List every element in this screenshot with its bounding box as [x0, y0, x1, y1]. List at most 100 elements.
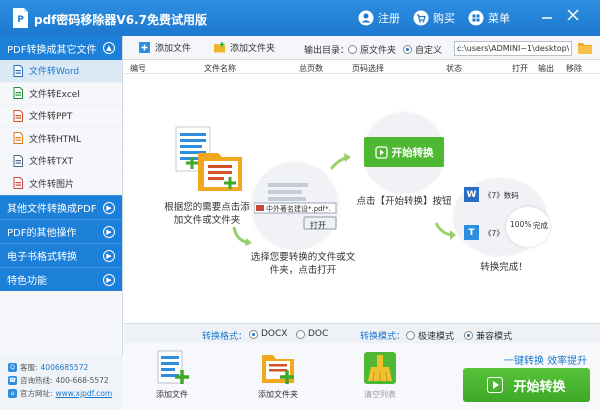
- radio-format-docx[interactable]: DOCX: [249, 329, 287, 339]
- user-icon: [358, 10, 374, 26]
- close-icon[interactable]: [566, 8, 580, 22]
- col-open: 打开: [512, 64, 528, 73]
- menu-grid-icon: [468, 10, 484, 26]
- bottom-add-folder-button[interactable]: 添加文件夹: [248, 350, 308, 400]
- radio-dot-custom: [403, 45, 412, 54]
- sidebar-item-excel[interactable]: 文件转Excel: [0, 83, 122, 105]
- site-row: ⌂ 官方网址: www.xjpdf.com: [8, 387, 123, 400]
- browse-folder-icon[interactable]: [577, 41, 593, 55]
- hotline-value: 400-668-5572: [55, 376, 109, 385]
- add-file-icon: [139, 42, 150, 53]
- chevron-right-icon: ▶: [103, 225, 115, 238]
- sidebar-sub-items: 文件转Word 文件转Excel 文件转PPT 文件转HTML 文件转TXT 文件转图片: [0, 60, 122, 195]
- step1-text: 根据您的需要点击添加文件或文件夹: [164, 202, 250, 226]
- minimize-icon[interactable]: [540, 8, 554, 22]
- add-file-big-icon: [157, 350, 189, 384]
- sidebar-item-html[interactable]: 文件转HTML: [0, 128, 122, 150]
- txt-file-icon: [13, 154, 23, 167]
- output-path-input[interactable]: [454, 41, 572, 56]
- slogan-text: 一键转换 效率提升: [504, 356, 588, 367]
- app-title: pdf密码移除器V6.7免费试用版: [34, 13, 207, 27]
- sidebar-footer: Q 客服: 4006685572 ☎ 咨询热线: 400-668-5572 ⌂ …: [0, 355, 123, 410]
- home-icon: ⌂: [8, 389, 17, 398]
- chevron-right-icon: ▶: [103, 249, 115, 262]
- word-file-icon: [13, 64, 23, 77]
- radio-dot-doc: [296, 329, 305, 339]
- add-folder-big-icon: [262, 355, 294, 384]
- progress-badge: 100% 完成: [506, 207, 550, 247]
- sidebar-item-txt[interactable]: 文件转TXT: [0, 150, 122, 173]
- excel-file-icon: [13, 87, 23, 100]
- chevron-right-icon: ▶: [103, 273, 115, 286]
- add-folder-button[interactable]: 添加文件夹: [213, 41, 275, 54]
- register-button[interactable]: 注册: [358, 9, 400, 27]
- result2-name: 《7》: [484, 229, 504, 238]
- qq-row: Q 客服: 4006685572: [8, 361, 123, 374]
- col-index: 编号: [130, 64, 146, 73]
- radio-dot-fast: [406, 331, 415, 340]
- chevron-right-icon: ▶: [103, 201, 115, 214]
- cart-icon: [413, 10, 429, 26]
- radio-dot-docx: [249, 329, 258, 339]
- hotline-row: ☎ 咨询热线: 400-668-5572: [8, 376, 109, 385]
- sidebar: PDF转换成其它文件 ▲ 文件转Word 文件转Excel 文件转PPT 文件转HTM…: [0, 36, 123, 410]
- phone-icon: ☎: [8, 376, 17, 385]
- qq-icon: Q: [8, 363, 17, 372]
- sidebar-section-0[interactable]: 其他文件转换成PDF ▶: [0, 195, 122, 219]
- add-folder-icon: [214, 42, 226, 53]
- play-icon: [487, 377, 504, 393]
- sidebar-section-2[interactable]: 电子书格式转换 ▶: [0, 243, 122, 267]
- result1-name: 《7》数码: [484, 191, 519, 200]
- add-files-illustration-icon: [175, 126, 242, 191]
- start-convert-button[interactable]: 开始转换: [463, 368, 590, 402]
- arrow-icon: [232, 226, 252, 246]
- dialog-filename: 中外著名建设*.pdf*.: [266, 205, 331, 213]
- ppt-file-icon: [13, 109, 23, 122]
- file-list-area[interactable]: 根据您的需要点击添加文件或文件夹 中外著名建设*.pdf*. 打开 选择您要转换…: [124, 75, 600, 323]
- svg-text:P: P: [17, 15, 24, 25]
- step2-text: 选择您要转换的文件或文件夹，点击打开: [250, 252, 356, 276]
- arrow-icon: [329, 153, 351, 170]
- step3-text: 点击【开始转换】按钮: [356, 196, 452, 207]
- col-remove: 移除: [566, 64, 582, 73]
- radio-format-doc[interactable]: DOC: [296, 329, 328, 339]
- html-file-icon: [13, 132, 23, 145]
- image-file-icon: [13, 177, 23, 190]
- mode-label: 转换模式：: [360, 332, 406, 342]
- step4-illustration: W 《7》数码 T 《7》 100% 完成: [454, 179, 550, 255]
- radio-mode-compat[interactable]: 兼容模式: [464, 329, 512, 342]
- add-file-button[interactable]: 添加文件: [138, 41, 191, 54]
- toolbar: 添加文件 添加文件夹 输出目录： 原文件夹 自定义: [124, 36, 600, 60]
- radio-dot-compat: [464, 331, 473, 340]
- play-icon: [374, 145, 388, 159]
- radio-custom-folder[interactable]: 自定义: [403, 43, 442, 56]
- sidebar-section-1[interactable]: PDF的其他操作 ▶: [0, 219, 122, 243]
- sidebar-section-3[interactable]: 特色功能 ▶: [0, 267, 122, 291]
- sidebar-item-image[interactable]: 文件转图片: [0, 173, 122, 195]
- options-bar: 转换格式： DOCX DOC 转换模式： 极速模式 兼容模式: [124, 323, 600, 343]
- sidebar-item-ppt[interactable]: 文件转PPT: [0, 105, 122, 128]
- col-name: 文件名称: [204, 64, 236, 73]
- step2-illustration: 中外著名建设*.pdf*. 打开: [252, 163, 338, 249]
- title-bar: P pdf密码移除器V6.7免费试用版 注册 购买 菜单: [0, 0, 600, 36]
- sidebar-item-word[interactable]: 文件转Word: [0, 60, 122, 83]
- chevron-up-icon: ▲: [103, 42, 115, 54]
- qq-value[interactable]: 4006685572: [41, 363, 89, 372]
- radio-original-folder[interactable]: 原文件夹: [348, 43, 396, 56]
- menu-button[interactable]: 菜单: [468, 9, 510, 27]
- bottom-bar: 添加文件 添加文件夹 清空列表 一键转换 效率提升 开始转换: [124, 343, 600, 410]
- bottom-add-file-button[interactable]: 添加文件: [142, 350, 202, 400]
- buy-button[interactable]: 购买: [413, 9, 455, 27]
- col-pages: 总页数: [299, 64, 323, 73]
- site-link[interactable]: www.xjpdf.com: [56, 389, 113, 398]
- radio-mode-fast[interactable]: 极速模式: [406, 329, 454, 342]
- dialog-open-button: 打开: [310, 221, 326, 230]
- output-dir-label: 输出目录：: [304, 46, 350, 56]
- bottom-clear-list-button[interactable]: 清空列表: [350, 350, 410, 400]
- txt-result-icon: T: [464, 225, 479, 240]
- start-button-preview: 开始转换: [364, 137, 444, 167]
- sidebar-section-pdf-to-other[interactable]: PDF转换成其它文件 ▲: [0, 36, 122, 60]
- step3-illustration: 开始转换: [364, 113, 444, 193]
- col-output: 输出: [538, 64, 554, 73]
- radio-dot-original: [348, 45, 357, 54]
